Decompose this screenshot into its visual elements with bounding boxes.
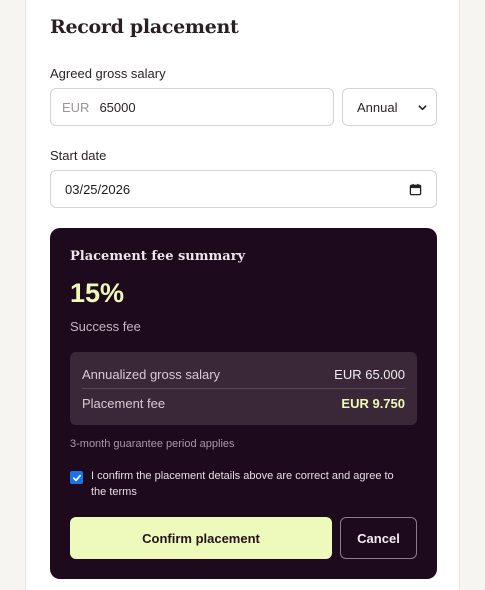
fee-row-label: Placement fee bbox=[82, 395, 166, 411]
currency-prefix: EUR bbox=[62, 99, 90, 115]
fee-summary-panel: Placement fee summary 15% Success fee An… bbox=[50, 228, 437, 579]
fee-summary-title: Placement fee summary bbox=[70, 249, 246, 264]
salary-value: 65000 bbox=[99, 99, 136, 115]
fee-breakdown: Annualized gross salary EUR 65.000 Place… bbox=[70, 352, 417, 425]
divider bbox=[82, 388, 405, 389]
fee-row-value: EUR 9.750 bbox=[341, 395, 405, 411]
cancel-button[interactable]: Cancel bbox=[340, 517, 417, 559]
salary-label: Agreed gross salary bbox=[50, 66, 166, 81]
salary-row-value: EUR 65.000 bbox=[334, 366, 405, 382]
start-date-input[interactable]: 03/25/2026 bbox=[50, 170, 437, 208]
period-selected: Annual bbox=[357, 99, 398, 115]
salary-row: Annualized gross salary EUR 65.000 bbox=[82, 363, 405, 385]
salary-input[interactable]: EUR 65000 bbox=[50, 88, 334, 126]
start-date-label: Start date bbox=[50, 148, 107, 163]
fee-row: Placement fee EUR 9.750 bbox=[82, 392, 405, 414]
check-icon bbox=[72, 474, 81, 481]
confirm-checkbox[interactable] bbox=[70, 471, 83, 484]
placement-card: Record placement Agreed gross salary EUR… bbox=[25, 0, 460, 590]
period-select[interactable]: Annual bbox=[342, 88, 437, 126]
calendar-icon[interactable] bbox=[409, 183, 422, 196]
confirm-checkbox-label[interactable]: I confirm the placement details above ar… bbox=[91, 468, 411, 500]
salary-row-label: Annualized gross salary bbox=[82, 366, 221, 382]
confirm-placement-button[interactable]: Confirm placement bbox=[70, 517, 332, 559]
guarantee-note: 3-month guarantee period applies bbox=[70, 438, 235, 450]
page-title: Record placement bbox=[50, 16, 239, 38]
start-date-value: 03/25/2026 bbox=[65, 181, 131, 197]
fee-type: Success fee bbox=[70, 319, 141, 334]
chevron-down-icon bbox=[418, 104, 427, 110]
fee-percent: 15% bbox=[70, 278, 125, 308]
